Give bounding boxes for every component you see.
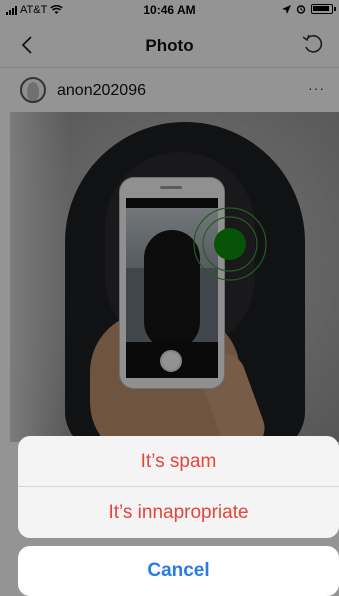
screen: AT&T 10:46 AM Photo anon202096 ··· It’s …	[0, 0, 339, 596]
report-spam-option[interactable]: It’s spam	[18, 436, 339, 487]
cancel-button[interactable]: Cancel	[18, 546, 339, 596]
action-sheet: It’s spam It’s innapropriate	[18, 436, 339, 538]
report-inappropriate-option[interactable]: It’s innapropriate	[18, 487, 339, 538]
